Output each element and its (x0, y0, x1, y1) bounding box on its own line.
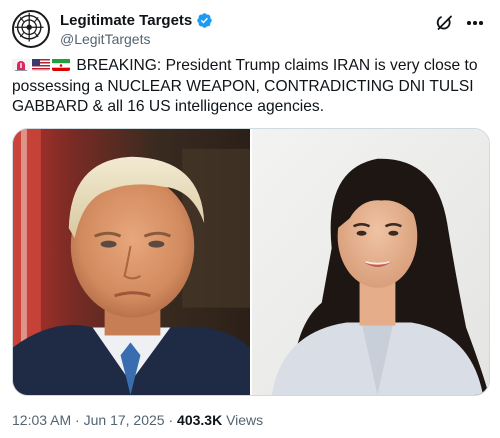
verified-badge-icon[interactable] (196, 12, 213, 29)
media-photo-left[interactable] (13, 129, 250, 395)
tweet-date[interactable]: Jun 17, 2025 (84, 412, 165, 428)
views-label: Views (222, 412, 264, 428)
media-photo-right[interactable] (252, 129, 489, 395)
meta-separator: · (71, 412, 84, 428)
views-count[interactable]: 403.3K (177, 412, 222, 428)
tweet-body: BREAKING: President Trump claims IRAN is… (12, 57, 478, 116)
tweet-media[interactable] (12, 128, 490, 396)
grok-icon (436, 15, 452, 30)
tweet-time[interactable]: 12:03 AM (12, 412, 71, 428)
grok-button[interactable] (434, 12, 456, 34)
tweet-text: BREAKING: President Trump claims IRAN is… (12, 56, 490, 118)
meta-separator: · (164, 412, 178, 428)
emergency-light-icon (12, 58, 30, 71)
portrait-woman-image (252, 129, 489, 395)
tweet-meta: 12:03 AM · Jun 17, 2025 · 403.3K Views (12, 412, 263, 428)
account-handle[interactable]: @LegitTargets (60, 31, 213, 47)
portrait-man-image (13, 129, 250, 395)
more-options-icon (467, 21, 483, 25)
iran-flag-icon (52, 58, 70, 71)
more-options-button[interactable] (464, 12, 486, 34)
account-names: Legitimate Targets @LegitTargets (60, 11, 213, 47)
us-flag-icon (32, 58, 50, 71)
avatar[interactable] (12, 10, 50, 48)
tweet-header: Legitimate Targets @LegitTargets (12, 10, 488, 50)
display-name-row[interactable]: Legitimate Targets (60, 11, 213, 30)
crosshair-logo-icon (14, 12, 44, 42)
display-name[interactable]: Legitimate Targets (60, 12, 192, 29)
